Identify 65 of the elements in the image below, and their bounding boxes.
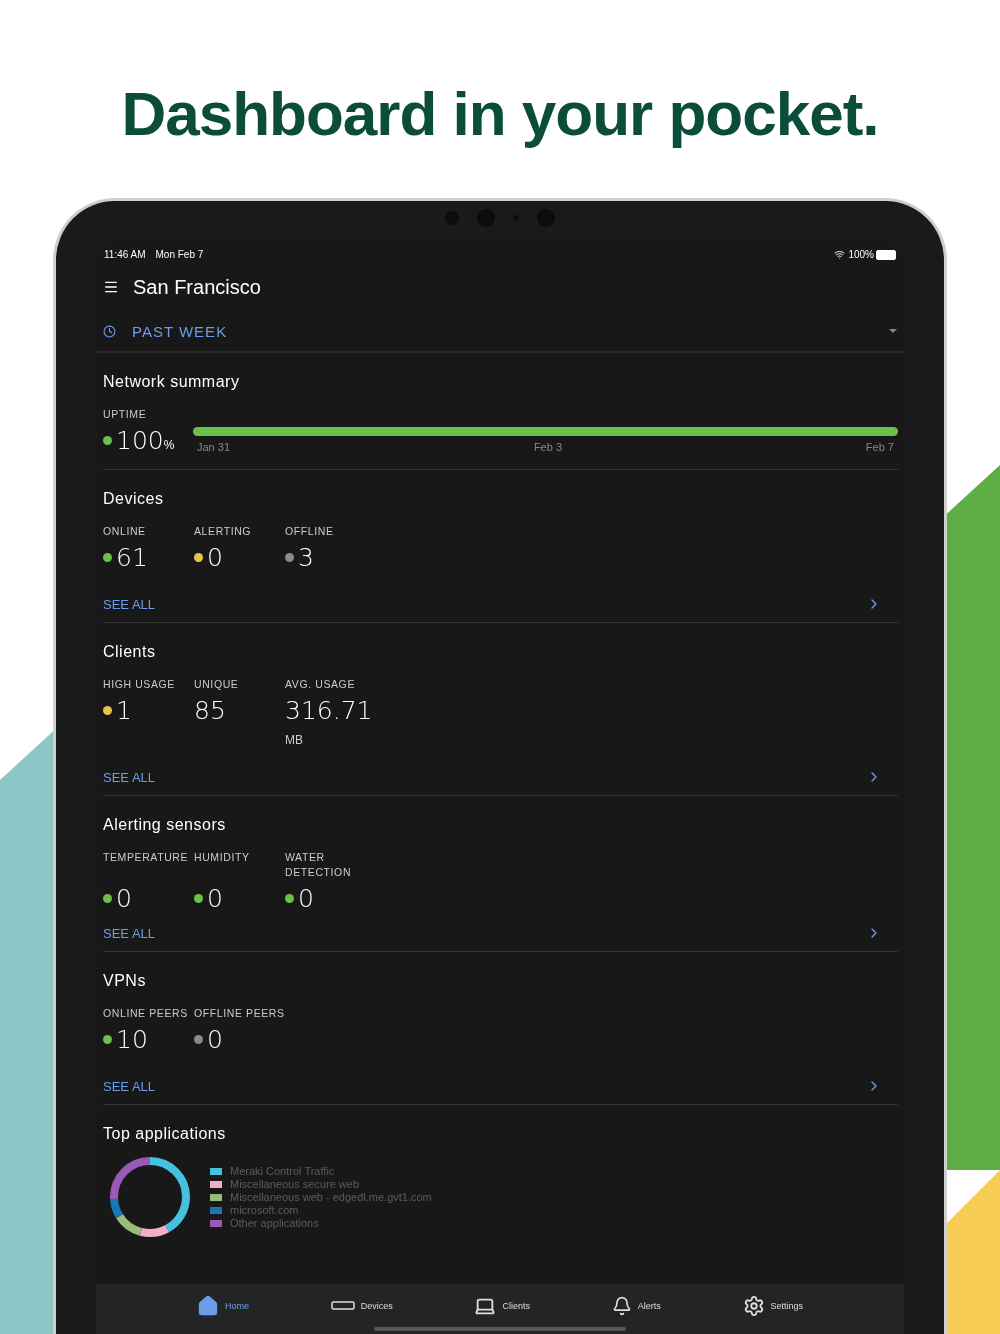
legend-label: Miscellaneous secure web xyxy=(230,1178,359,1190)
status-date: Mon Feb 7 xyxy=(155,249,204,260)
metric-value: 1 xyxy=(116,696,132,725)
battery-percent: 100% xyxy=(848,249,874,260)
nav-tab[interactable]: Settings xyxy=(736,1294,810,1318)
section-title: Clients xyxy=(103,643,157,661)
settings-icon xyxy=(742,1295,765,1317)
metric-unit: % xyxy=(163,437,175,452)
metric-label: HUMIDITY xyxy=(194,850,251,865)
section-title: Top applications xyxy=(103,1125,227,1143)
status-dot xyxy=(103,436,112,445)
metric-label: OFFLINE xyxy=(285,524,335,539)
metric-value: 0 xyxy=(207,543,223,572)
axis-label: Jan 31 xyxy=(197,441,231,453)
metric-value: 3 xyxy=(298,543,314,572)
metric-label: UPTIME xyxy=(103,407,148,422)
metric-label: WATER DETECTION xyxy=(285,850,353,880)
axis-label: Feb 7 xyxy=(865,441,894,453)
see-all-link[interactable]: SEE ALL xyxy=(103,596,156,612)
nav-tab[interactable]: Home xyxy=(190,1294,255,1318)
location-title: San Francisco xyxy=(133,275,261,299)
section-title: Alerting sensors xyxy=(103,816,227,834)
nav-tab[interactable]: Alerts xyxy=(605,1294,667,1318)
metric-value: 0 xyxy=(207,884,223,913)
section-title: Network summary xyxy=(103,373,241,391)
metric-value: 61 xyxy=(116,543,148,572)
nav-tab[interactable]: Clients xyxy=(468,1294,536,1318)
metric-value: 100 xyxy=(116,426,164,455)
bell-icon xyxy=(611,1296,632,1316)
legend-label: Miscellaneous web - edgedl.me.gvt1.com xyxy=(230,1191,432,1203)
see-all-link[interactable]: SEE ALL xyxy=(103,1078,156,1094)
device-icon xyxy=(330,1301,355,1311)
headline: Dashboard in your pocket. xyxy=(121,78,879,150)
metric-label: ALERTING xyxy=(194,524,253,539)
metric-label: OFFLINE PEERS xyxy=(194,1006,285,1021)
metric-value: 316.71 xyxy=(285,696,373,725)
clock-icon xyxy=(103,324,116,338)
axis-label: Feb 3 xyxy=(533,441,562,453)
metric-label: ONLINE xyxy=(103,524,147,539)
section-title: VPNs xyxy=(103,972,147,990)
metric-label: TEMPERATURE xyxy=(103,850,190,865)
metric-value: 10 xyxy=(116,1025,148,1054)
metric-label: UNIQUE xyxy=(194,677,240,692)
time-range-selector[interactable]: PAST WEEK xyxy=(96,311,904,353)
metric-label: AVG. USAGE xyxy=(285,677,356,692)
metric-value: 85 xyxy=(194,696,226,725)
see-all-link[interactable]: SEE ALL xyxy=(103,925,156,941)
metric-value: 0 xyxy=(116,884,132,913)
metric-value: 0 xyxy=(207,1025,223,1054)
section-title: Devices xyxy=(103,490,165,508)
home-icon xyxy=(196,1295,219,1317)
wifi-icon xyxy=(834,249,846,260)
see-all-link[interactable]: SEE ALL xyxy=(103,769,156,785)
battery-icon xyxy=(876,249,896,260)
legend-label: Meraki Control Traffic xyxy=(230,1165,335,1177)
status-time: 11:46 AM xyxy=(104,249,146,260)
nav-tab[interactable]: Devices xyxy=(324,1294,399,1318)
menu-icon[interactable] xyxy=(103,279,119,295)
dropdown-caret-icon xyxy=(889,329,897,333)
metric-unit: MB xyxy=(285,733,304,747)
metric-label: HIGH USAGE xyxy=(103,677,176,692)
metric-value: 0 xyxy=(298,884,314,913)
legend-label: microsoft.com xyxy=(230,1204,299,1216)
legend-label: Other applications xyxy=(230,1217,319,1229)
metric-label: ONLINE PEERS xyxy=(103,1006,189,1021)
